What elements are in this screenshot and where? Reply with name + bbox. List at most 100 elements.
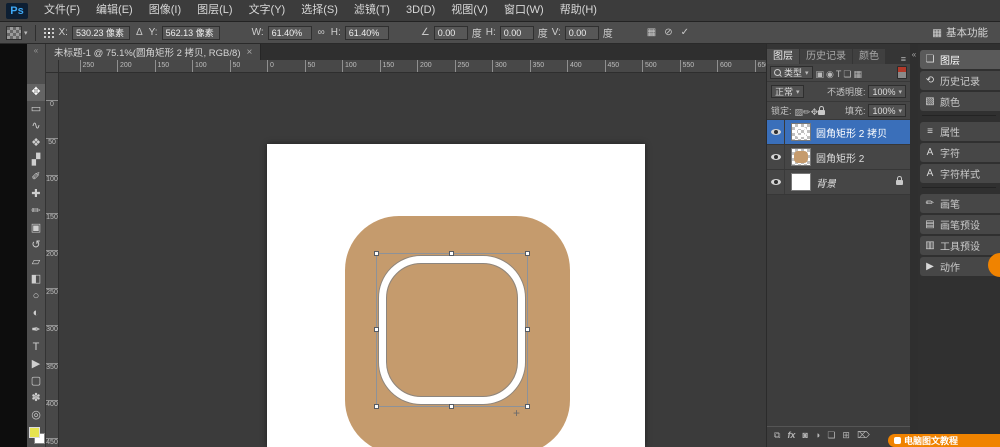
dock-panel-button[interactable]: ▧颜色 [920,92,1000,111]
clone-stamp-tool[interactable]: ▣ [27,220,45,237]
dodge-tool[interactable]: ◐ [27,305,45,322]
crop-tool[interactable]: ▞ [27,152,45,169]
layer-row[interactable]: 圆角矩形 2 拷贝 [767,120,910,145]
brush-tool[interactable]: ✏ [27,203,45,220]
lasso-tool[interactable]: ∿ [27,118,45,135]
dock-panel-button[interactable]: ⟲历史记录 [920,71,1000,90]
add-layer-mask-icon[interactable]: ◙ [802,430,807,440]
layer-thumbnail[interactable] [791,173,811,191]
lock-all-icon[interactable] [818,110,825,115]
visibility-toggle[interactable] [767,145,785,169]
layer-row[interactable]: 圆角矩形 2 [767,145,910,170]
transform-handle[interactable] [525,251,530,256]
dock-panel-button[interactable]: ▤画笔预设 [920,215,1000,234]
filter-kind-dropdown[interactable]: 类型 ▾ [770,66,813,79]
menu-item[interactable]: 3D(D) [398,0,443,21]
relative-positioning-button[interactable]: Δ [134,27,145,38]
document-tab[interactable]: 未标题-1 @ 75.1%(圆角矩形 2 拷贝, RGB/8) × [46,44,261,60]
panel-menu-icon[interactable]: ≡ [897,54,910,64]
opacity-select[interactable]: 100% ▾ [868,85,906,98]
blur-tool[interactable]: ○ [27,288,45,305]
layer-thumbnail[interactable] [791,123,811,141]
workspace-switcher[interactable]: ▦ 基本功能 [932,25,994,40]
filter-adjustment-layers-icon[interactable]: ◉ [825,69,835,79]
shape-tool[interactable]: ▢ [27,373,45,390]
transform-handle[interactable] [525,404,530,409]
transform-bounding-box[interactable] [376,253,528,407]
menu-item[interactable]: 窗口(W) [496,0,552,21]
color-swatches[interactable] [27,427,45,447]
dock-panel-button[interactable]: A字符 [920,143,1000,162]
new-layer-icon[interactable]: ⊞ [842,430,850,441]
tool-preset-picker[interactable]: ▾ [6,26,28,40]
fill-select[interactable]: 100% ▾ [868,104,906,117]
commit-transform-button[interactable]: ✓ [679,27,691,38]
collapse-panels-icon[interactable]: « [912,50,916,59]
reference-point-locator[interactable] [43,27,55,39]
transform-handle[interactable] [374,404,379,409]
link-dimensions-icon[interactable]: ∞ [316,27,327,38]
layer-row[interactable]: 背景 [767,170,910,195]
path-selection-tool[interactable]: ▶ [27,356,45,373]
move-tool[interactable]: ✥ [27,84,45,101]
panel-tab[interactable]: 图层 [767,49,799,64]
zoom-tool[interactable]: ◎ [27,407,45,424]
hand-tool[interactable]: ✽ [27,390,45,407]
filter-toggle[interactable] [897,66,907,79]
width-field[interactable]: 61.40% [268,26,312,40]
dock-panel-button[interactable]: A字符样式 [920,164,1000,183]
transform-handle[interactable] [449,251,454,256]
dock-panel-button[interactable]: ≡属性 [920,122,1000,141]
document-canvas[interactable]: + [267,144,645,447]
menu-item[interactable]: 文字(Y) [241,0,294,21]
quick-selection-tool[interactable]: ❖ [27,135,45,152]
filter-shape-layers-icon[interactable]: ❏ [842,69,852,79]
gradient-tool[interactable]: ◧ [27,271,45,288]
foreground-color-swatch[interactable] [29,427,40,438]
x-position-field[interactable]: 530.23 像素 [72,26,130,40]
transform-handle[interactable] [449,404,454,409]
layer-thumbnail[interactable] [791,148,811,166]
dock-panel-button[interactable]: ❏图层 [920,50,1000,69]
close-document-icon[interactable]: × [246,47,252,58]
h-skew-field[interactable]: 0.00 [500,26,534,40]
menu-item[interactable]: 帮助(H) [552,0,605,21]
tools-panel-grip[interactable]: « [27,44,45,84]
history-brush-tool[interactable]: ↺ [27,237,45,254]
dock-divider[interactable]: « [910,44,918,447]
blend-mode-select[interactable]: 正常 ▾ [771,85,804,98]
lock-image-pixels-icon[interactable]: ✏ [803,107,811,117]
transform-handle[interactable] [374,327,379,332]
height-field[interactable]: 61.40% [345,26,389,40]
adjustment-layer-icon[interactable]: ◑ [815,430,820,440]
filter-smart-objects-icon[interactable]: ▦ [852,69,863,79]
warp-mode-button[interactable]: ▦ [645,27,658,38]
visibility-toggle[interactable] [767,120,785,144]
y-position-field[interactable]: 562.13 像素 [162,26,220,40]
ruler-origin[interactable] [46,60,59,73]
lock-position-icon[interactable]: ✥ [811,107,819,117]
lock-transparent-pixels-icon[interactable]: ▨ [795,107,804,117]
menu-item[interactable]: 视图(V) [443,0,496,21]
panel-tab[interactable]: 历史记录 [800,49,852,64]
transform-handle[interactable] [374,251,379,256]
eyedropper-tool[interactable]: ✐ [27,169,45,186]
panel-tab[interactable]: 颜色 [853,49,885,64]
menu-item[interactable]: 滤镜(T) [346,0,398,21]
menu-item[interactable]: 文件(F) [36,0,88,21]
menu-item[interactable]: 编辑(E) [88,0,141,21]
pen-tool[interactable]: ✒ [27,322,45,339]
delete-layer-icon[interactable]: ⌦ [857,430,870,441]
rotation-field[interactable]: 0.00 [434,26,468,40]
dock-panel-button[interactable]: ✏画笔 [920,194,1000,213]
type-tool[interactable]: T [27,339,45,356]
menu-item[interactable]: 图像(I) [141,0,189,21]
marquee-tool[interactable]: ▭ [27,101,45,118]
healing-brush-tool[interactable]: ✚ [27,186,45,203]
new-group-icon[interactable]: ❏ [827,430,835,441]
white-rounded-rectangle-path[interactable] [379,256,525,404]
eraser-tool[interactable]: ▱ [27,254,45,271]
menu-item[interactable]: 选择(S) [293,0,346,21]
v-skew-field[interactable]: 0.00 [565,26,599,40]
horizontal-ruler[interactable]: 2502001501005005010015020025030035040045… [59,60,766,73]
